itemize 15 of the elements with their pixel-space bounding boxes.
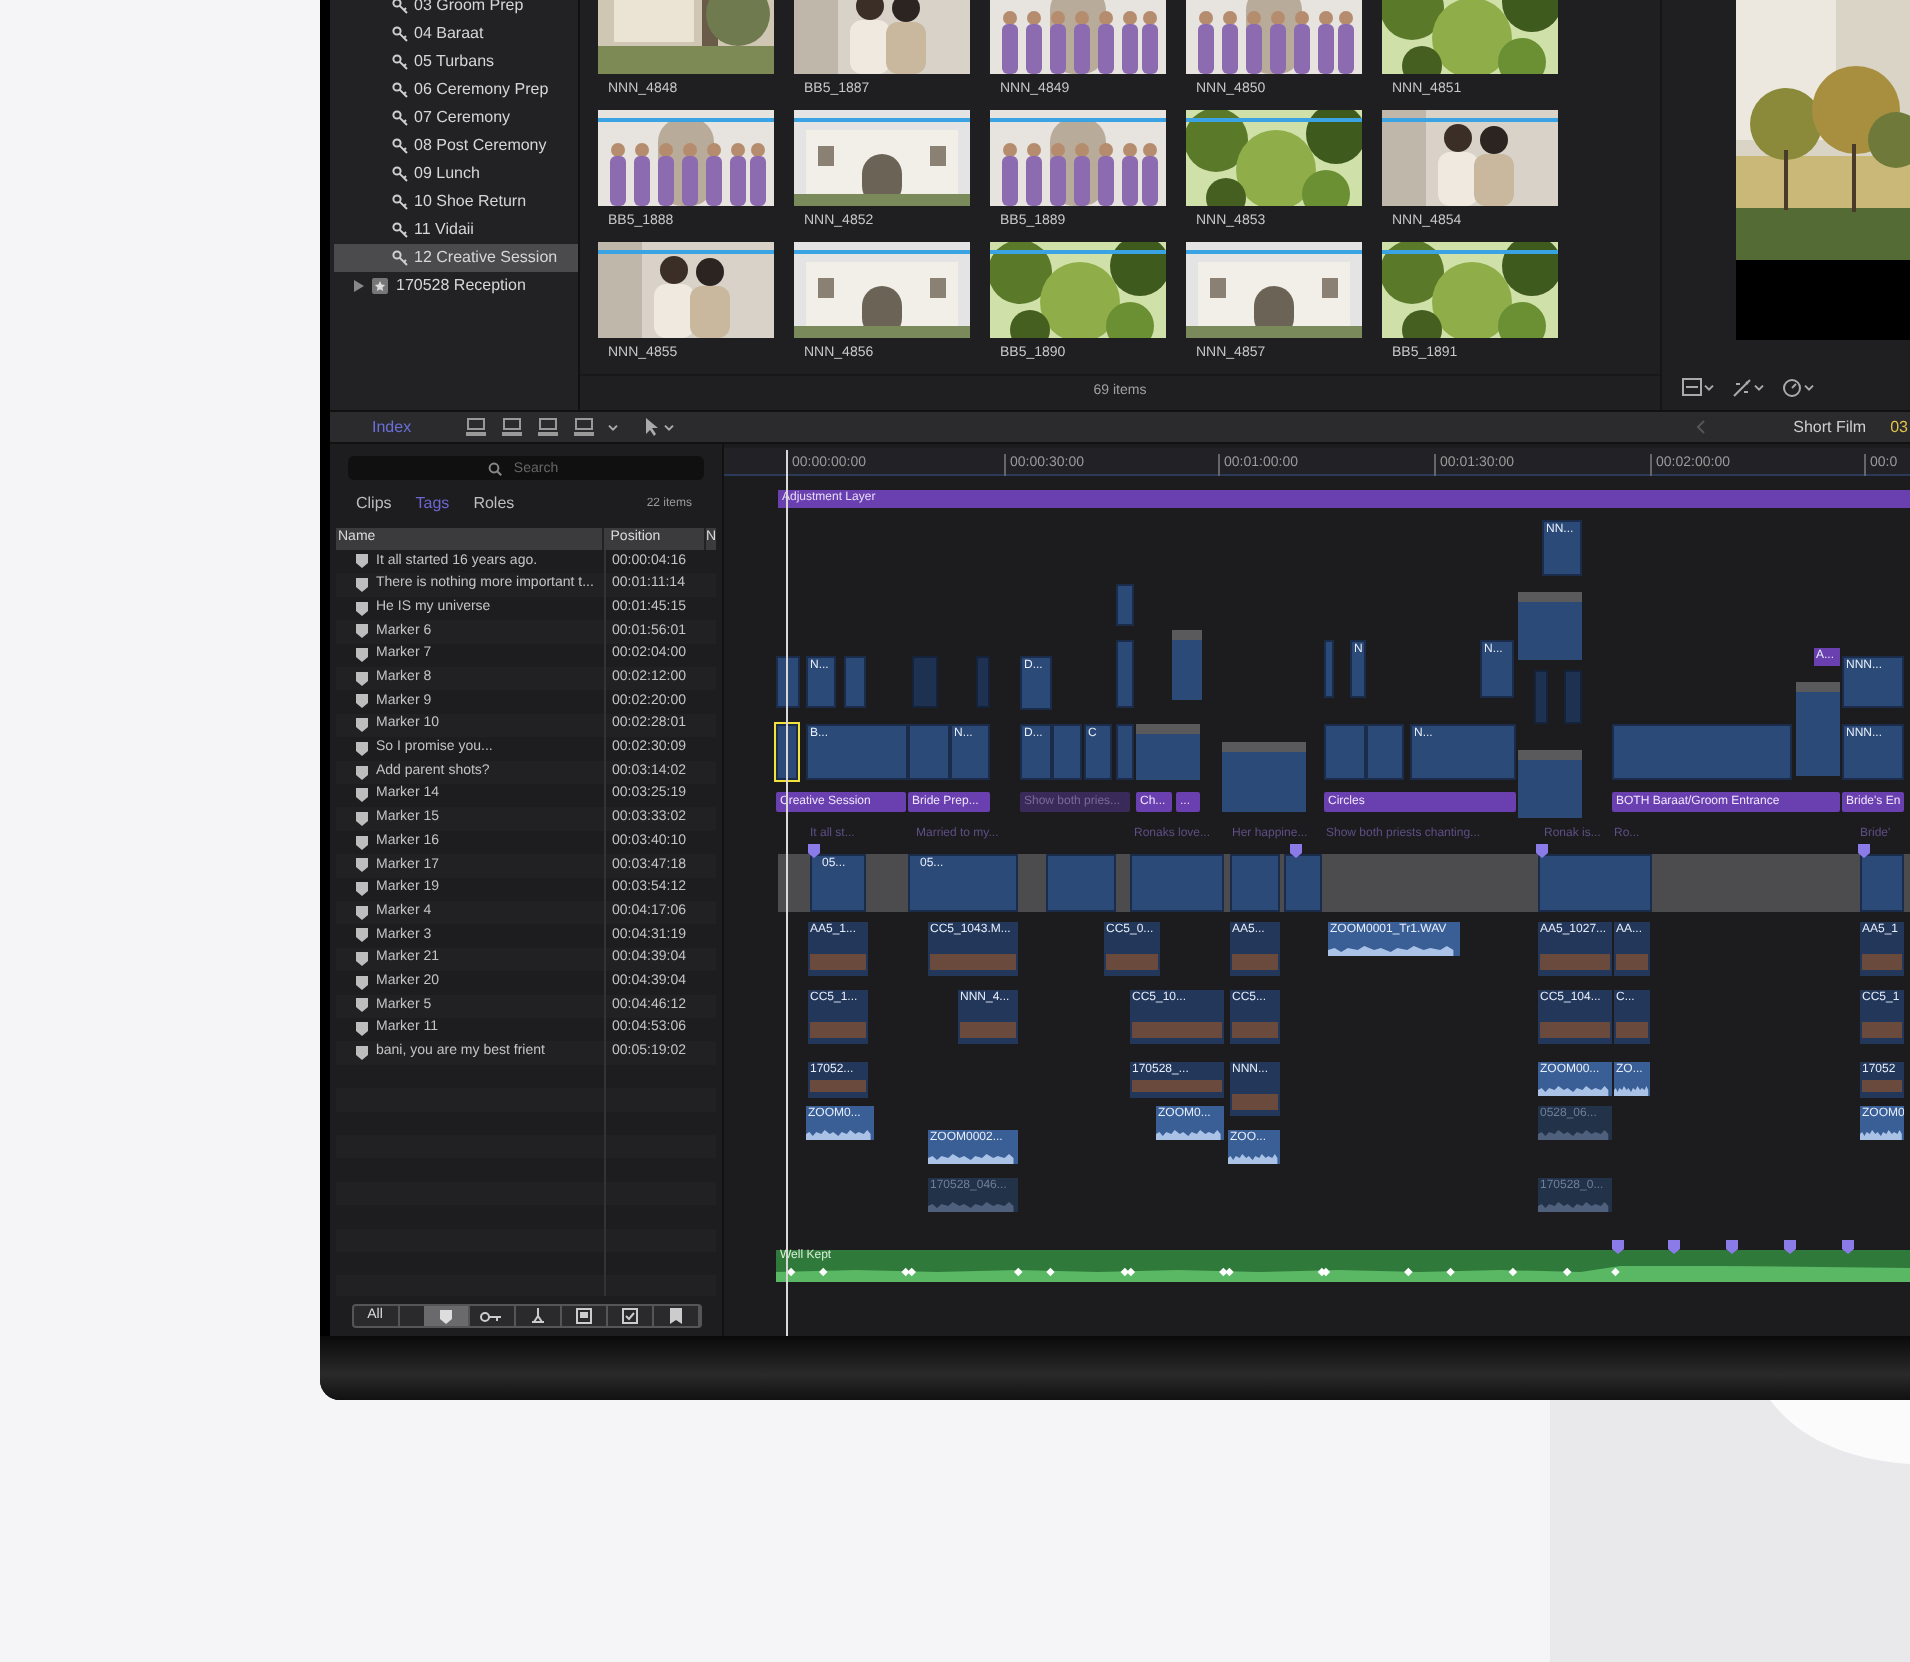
sidebar-item[interactable]: 12 Creative Session xyxy=(334,244,578,272)
sidebar-item[interactable]: 170528 Reception xyxy=(330,272,578,300)
sidebar-item[interactable]: 09 Lunch xyxy=(334,160,578,188)
sidebar-item[interactable]: 08 Post Ceremony xyxy=(334,132,578,160)
timecode: 03 xyxy=(1890,415,1908,439)
sidebar-item[interactable]: 04 Baraat xyxy=(334,20,578,48)
sidebar-item[interactable]: 06 Ceremony Prep xyxy=(334,76,578,104)
sidebar-item[interactable]: 10 Shoe Return xyxy=(334,188,578,216)
index-tab[interactable]: Clips xyxy=(356,492,392,516)
sidebar-item[interactable]: 05 Turbans xyxy=(334,48,578,76)
sidebar-item[interactable]: 07 Ceremony xyxy=(334,104,578,132)
project-name: Short Film xyxy=(1793,415,1867,439)
index-tab[interactable]: Roles xyxy=(473,492,515,516)
sidebar-item[interactable]: 11 Vidaii xyxy=(334,216,578,244)
index-tab[interactable]: Tags xyxy=(415,492,450,516)
